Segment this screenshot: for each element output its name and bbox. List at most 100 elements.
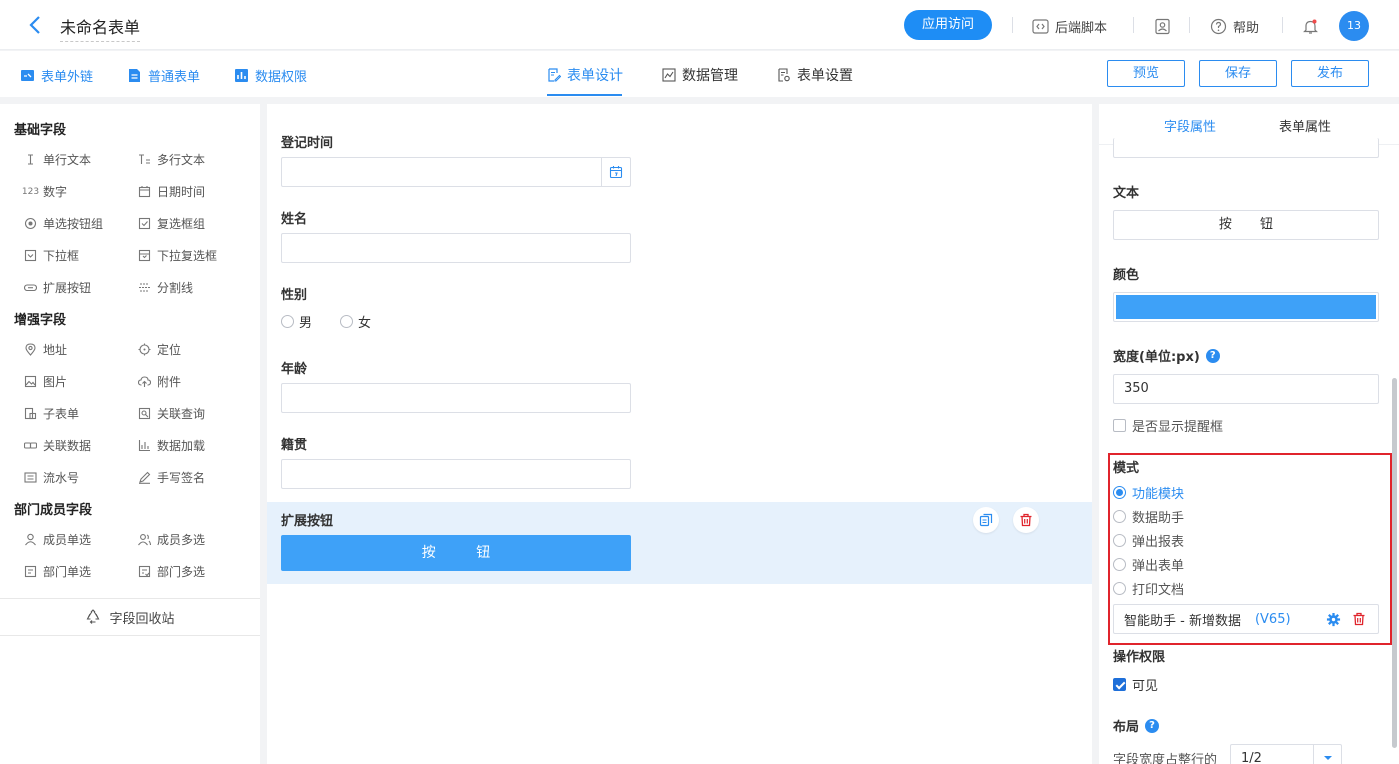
gender-option-female[interactable]: 女	[340, 312, 371, 331]
notification-link[interactable]	[1302, 16, 1319, 36]
palette-item-member-multi[interactable]: 成员多选	[138, 531, 205, 548]
palette-item-subform[interactable]: 子表单	[24, 405, 79, 422]
scrollbar[interactable]	[1392, 378, 1397, 748]
radio-button[interactable]	[281, 315, 294, 328]
palette-item-divider[interactable]: 分割线	[138, 279, 193, 296]
show-tip-checkbox[interactable]	[1113, 419, 1126, 432]
back-arrow-icon[interactable]	[26, 14, 46, 36]
save-button[interactable]: 保存	[1199, 60, 1277, 87]
palette-item-single-text[interactable]: 单行文本	[24, 151, 91, 168]
sub-toolbar: 表单外链 普通表单 数据权限 表单设计 数据管理 表单设置 预览 保存 发布	[0, 51, 1399, 97]
color-picker[interactable]	[1113, 292, 1379, 322]
radio-button[interactable]	[1113, 486, 1126, 499]
palette-item-dropdown[interactable]: 下拉框	[24, 247, 79, 264]
location-pin-icon	[24, 343, 37, 356]
palette-item-datetime[interactable]: 日期时间	[138, 183, 205, 200]
backend-script-link[interactable]: 后端脚本	[1032, 16, 1107, 36]
active-tab-indicator	[547, 94, 622, 96]
normal-form-button[interactable]: 普通表单	[127, 66, 200, 85]
mode-option-popup-report[interactable]: 弹出报表	[1113, 531, 1184, 550]
palette-item-dept-multi[interactable]: 部门多选	[138, 563, 205, 580]
form-title[interactable]: 未命名表单	[60, 14, 141, 42]
radio-button[interactable]	[1113, 510, 1126, 523]
age-input[interactable]	[281, 383, 631, 413]
palette-item-checkbox-group[interactable]: 复选框组	[138, 215, 205, 232]
palette-item-multi-text[interactable]: 多行文本	[138, 151, 205, 168]
bar-chart-icon	[138, 439, 151, 452]
radio-button[interactable]	[1113, 534, 1126, 547]
palette-item-signature[interactable]: 手写签名	[138, 469, 205, 486]
enhanced-fields-title: 增强字段	[14, 313, 67, 328]
users-icon	[138, 533, 151, 546]
palette-item-serial-number[interactable]: 流水号	[24, 469, 79, 486]
contact-link[interactable]	[1154, 16, 1171, 36]
field-label-register-time: 登记时间	[281, 136, 334, 151]
name-input[interactable]	[281, 233, 631, 263]
app-visit-button[interactable]: 应用访问	[904, 10, 992, 40]
dropdown-check-icon	[138, 249, 151, 262]
form-canvas: 登记时间 姓名 性别 男 女 年龄 籍贯 扩展按钮 按 钮	[267, 104, 1092, 764]
user-icon	[24, 533, 37, 546]
mode-option-popup-form[interactable]: 弹出表单	[1113, 555, 1184, 574]
palette-item-member-single[interactable]: 成员单选	[24, 531, 91, 548]
image-icon	[24, 375, 37, 388]
radio-button[interactable]	[340, 315, 353, 328]
assistant-selector[interactable]: 智能助手 - 新增数据 (V65)	[1113, 604, 1379, 634]
preview-button[interactable]: 预览	[1107, 60, 1185, 87]
bell-icon	[1303, 19, 1318, 34]
tab-form-settings[interactable]: 表单设置	[777, 65, 853, 85]
mode-option-data-assistant[interactable]: 数据助手	[1113, 507, 1184, 526]
tab-form-properties[interactable]: 表单属性	[1279, 116, 1331, 135]
data-permission-button[interactable]: 数据权限	[234, 66, 307, 85]
copy-field-button[interactable]	[973, 507, 999, 533]
trash-icon	[1020, 513, 1032, 527]
visible-checkbox-row[interactable]: 可见	[1113, 675, 1158, 694]
palette-item-dropdown-checkbox[interactable]: 下拉复选框	[138, 247, 217, 264]
tab-data-management[interactable]: 数据管理	[662, 65, 738, 85]
extension-button-field[interactable]: 扩展按钮 按 钮	[267, 502, 1092, 584]
divider	[1282, 17, 1283, 33]
date-picker-button[interactable]	[601, 158, 630, 186]
palette-item-extension-button[interactable]: 扩展按钮	[24, 279, 91, 296]
trash-icon[interactable]	[1352, 612, 1366, 630]
gender-option-male[interactable]: 男	[281, 312, 312, 331]
radio-button[interactable]	[1113, 558, 1126, 571]
show-tip-checkbox-row[interactable]: 是否显示提醒框	[1113, 416, 1223, 435]
palette-item-dept-single[interactable]: 部门单选	[24, 563, 91, 580]
dropdown-icon	[24, 249, 37, 262]
help-link[interactable]: 帮助	[1210, 16, 1259, 36]
chart-bars-icon	[235, 69, 248, 82]
delete-field-button[interactable]	[1013, 507, 1039, 533]
palette-item-address[interactable]: 地址	[24, 341, 67, 358]
palette-item-data-load[interactable]: 数据加载	[138, 437, 205, 454]
extension-button[interactable]: 按 钮	[281, 535, 631, 571]
external-link-button[interactable]: 表单外链	[20, 66, 93, 85]
palette-item-locate[interactable]: 定位	[138, 341, 181, 358]
previous-field-input[interactable]	[1113, 138, 1379, 158]
field-recycle-bin[interactable]: 字段回收站	[0, 598, 260, 636]
palette-item-number[interactable]: 123 数字	[22, 183, 67, 200]
text-property-input[interactable]: 按 钮	[1113, 210, 1379, 240]
avatar[interactable]: 13	[1339, 11, 1369, 41]
register-time-input[interactable]	[281, 157, 631, 187]
mode-option-function-module[interactable]: 功能模块	[1113, 483, 1184, 502]
palette-item-image[interactable]: 图片	[24, 373, 67, 390]
radio-button[interactable]	[1113, 582, 1126, 595]
tab-field-properties[interactable]: 字段属性	[1164, 116, 1216, 135]
calendar-icon	[138, 185, 151, 198]
palette-item-linked-data[interactable]: 关联数据	[24, 437, 91, 454]
palette-item-attachment[interactable]: 附件	[138, 373, 181, 390]
publish-button[interactable]: 发布	[1291, 60, 1369, 87]
width-ratio-select[interactable]: 1/2	[1230, 744, 1342, 764]
native-place-input[interactable]	[281, 459, 631, 489]
mode-option-print-document[interactable]: 打印文档	[1113, 579, 1184, 598]
help-icon[interactable]: ?	[1205, 348, 1220, 363]
palette-item-linked-query[interactable]: 关联查询	[138, 405, 205, 422]
tab-form-design[interactable]: 表单设计	[547, 65, 623, 85]
help-icon[interactable]: ?	[1145, 718, 1160, 733]
palette-item-radio-group[interactable]: 单选按钮组	[24, 215, 103, 232]
button-icon	[24, 281, 37, 294]
visible-checkbox[interactable]	[1113, 678, 1126, 691]
width-input[interactable]: 350	[1113, 374, 1379, 404]
gear-icon[interactable]	[1326, 612, 1341, 631]
